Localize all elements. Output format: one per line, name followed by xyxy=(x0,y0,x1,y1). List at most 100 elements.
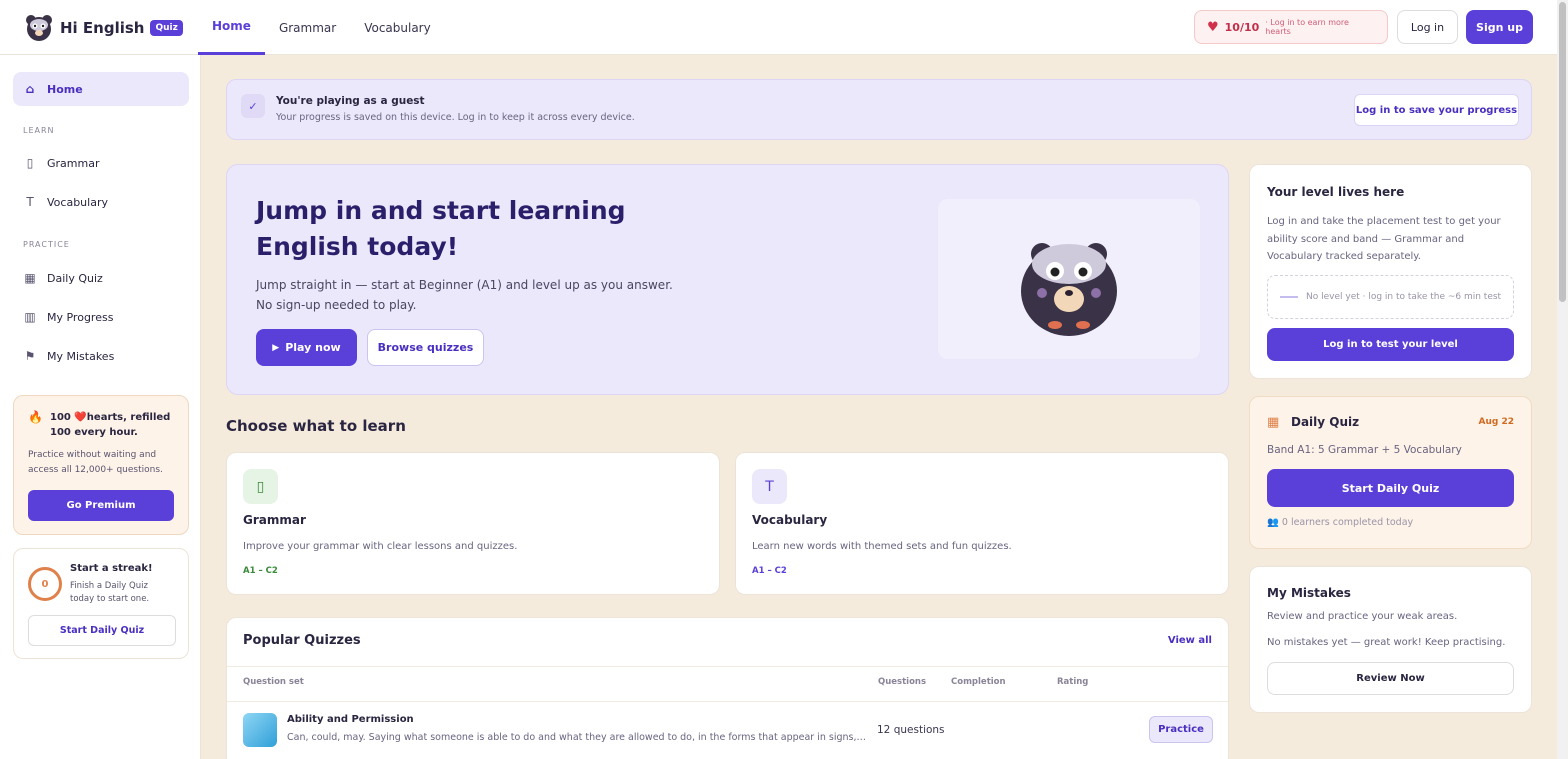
level-card: Your level lives here Log in and take th… xyxy=(1249,164,1532,379)
go-premium-button[interactable]: Go Premium xyxy=(28,490,174,521)
logo-text: Hi English xyxy=(60,19,145,37)
play-icon: ▶ xyxy=(272,342,280,353)
practice-section-label: PRACTICE xyxy=(23,240,70,249)
guest-banner: ✓ You're playing as a guest Your progres… xyxy=(226,79,1532,140)
nav-vocabulary[interactable]: Vocabulary xyxy=(350,0,445,55)
signup-button[interactable]: Sign up xyxy=(1466,10,1533,44)
divider xyxy=(227,701,1228,702)
calendar-icon: ▦ xyxy=(1267,415,1280,430)
sidebar-item-label: Home xyxy=(47,82,83,96)
test-level-button[interactable]: Log in to test your level xyxy=(1267,328,1514,361)
hearts-status[interactable]: ♥ 10/10 · Log in to earn more hearts xyxy=(1194,10,1388,44)
nav-grammar[interactable]: Grammar xyxy=(265,0,350,55)
guest-title: You're playing as a guest xyxy=(276,95,425,107)
sidebar-item-label: My Mistakes xyxy=(47,349,115,363)
popular-title: Popular Quizzes xyxy=(243,633,361,648)
hearts-count: 10/10 xyxy=(1224,20,1260,34)
card-desc: Improve your grammar with clear lessons … xyxy=(243,541,518,552)
card-title: Grammar xyxy=(243,513,306,527)
daily-learners-text: 0 learners completed today xyxy=(1281,517,1414,528)
play-now-label: Play now xyxy=(285,341,341,354)
practice-button[interactable]: Practice xyxy=(1149,716,1213,743)
login-button[interactable]: Log in xyxy=(1397,10,1458,44)
mistakes-title: My Mistakes xyxy=(1267,586,1351,600)
save-progress-button[interactable]: Log in to save your progress xyxy=(1354,94,1519,126)
scrollbar[interactable] xyxy=(1557,0,1568,759)
daily-date: Aug 22 xyxy=(1478,417,1514,427)
bar-chart-icon: ▥ xyxy=(24,310,36,324)
review-now-button[interactable]: Review Now xyxy=(1267,662,1514,695)
dash-icon xyxy=(1280,296,1298,298)
sidebar-item-vocabulary[interactable]: T Vocabulary xyxy=(13,185,189,219)
streak-title: Start a streak! xyxy=(70,563,153,574)
quiz-thumbnail xyxy=(243,713,277,747)
daily-learners: 👥 0 learners completed today xyxy=(1267,517,1413,528)
top-nav: Home Grammar Vocabulary xyxy=(198,0,445,55)
flag-icon: ⚑ xyxy=(24,349,36,363)
logo[interactable]: Hi English Quiz xyxy=(24,13,183,43)
nav-home[interactable]: Home xyxy=(198,0,265,55)
users-icon: 👥 xyxy=(1267,517,1279,528)
divider xyxy=(227,666,1228,667)
sidebar-item-my-mistakes[interactable]: ⚑ My Mistakes xyxy=(13,339,189,373)
quiz-questions: 12 questions xyxy=(877,724,945,736)
scrollbar-thumb[interactable] xyxy=(1559,2,1566,302)
calendar-icon: ▦ xyxy=(24,271,36,285)
logo-badge: Quiz xyxy=(150,20,183,36)
heart-icon: ♥ xyxy=(1207,19,1219,35)
top-bar: Hi English Quiz Home Grammar Vocabulary … xyxy=(0,0,1557,55)
level-placeholder-text: No level yet · log in to take the ~6 min… xyxy=(1306,292,1502,302)
bear-logo-icon xyxy=(26,15,52,41)
hero-card: Jump in and start learning English today… xyxy=(226,164,1229,395)
column-header[interactable]: Questions xyxy=(878,677,926,687)
daily-quiz-card: ▦ Daily Quiz Aug 22 Band A1: 5 Grammar +… xyxy=(1249,396,1532,549)
bear-mascot-icon xyxy=(1021,243,1117,336)
sidebar-item-home[interactable]: ⌂ Home xyxy=(13,72,189,106)
sidebar-item-grammar[interactable]: ▯ Grammar xyxy=(13,146,189,180)
card-levels: A1 – C2 xyxy=(752,566,787,576)
card-levels: A1 – C2 xyxy=(243,566,278,576)
premium-card: 🔥 100 ❤️hearts, refilled 100 every hour.… xyxy=(13,395,189,535)
view-all-link[interactable]: View all xyxy=(1168,635,1212,646)
premium-desc: Practice without waiting and access all … xyxy=(28,450,163,475)
sidebar-item-label: Grammar xyxy=(47,156,100,170)
mistakes-status: No mistakes yet — great work! Keep pract… xyxy=(1267,637,1506,648)
premium-title: 100 ❤️hearts, refilled 100 every hour. xyxy=(50,412,171,438)
hearts-hint: · Log in to earn more hearts xyxy=(1265,18,1349,36)
choose-title: Choose what to learn xyxy=(226,417,406,435)
quiz-desc: Can, could, may. Saying what someone is … xyxy=(287,732,867,743)
sidebar-item-my-progress[interactable]: ▥ My Progress xyxy=(13,300,189,334)
mistakes-desc: Review and practice your weak areas. xyxy=(1267,611,1458,622)
play-now-button[interactable]: ▶ Play now xyxy=(256,329,357,366)
sidebar-item-daily-quiz[interactable]: ▦ Daily Quiz xyxy=(13,261,189,295)
learn-section-label: LEARN xyxy=(23,126,55,135)
grammar-card[interactable]: ▯ Grammar Improve your grammar with clea… xyxy=(226,452,720,595)
streak-count: 0 xyxy=(28,567,62,601)
streak-desc: Finish a Daily Quiz today to start one. xyxy=(70,581,150,604)
book-icon: ▯ xyxy=(26,156,34,170)
sidebar-item-label: Daily Quiz xyxy=(47,271,103,285)
check-icon: ✓ xyxy=(241,94,265,118)
daily-title: Daily Quiz xyxy=(1291,415,1360,429)
hero-illustration xyxy=(938,199,1200,359)
streak-start-daily-quiz-button[interactable]: Start Daily Quiz xyxy=(28,615,176,646)
start-daily-quiz-button[interactable]: Start Daily Quiz xyxy=(1267,469,1514,507)
column-header[interactable]: Rating xyxy=(1057,677,1088,687)
hero-desc: Jump straight in — start at Beginner (A1… xyxy=(256,278,673,312)
home-icon: ⌂ xyxy=(25,82,35,96)
guest-desc: Your progress is saved on this device. L… xyxy=(276,112,635,123)
sidebar-item-label: My Progress xyxy=(47,310,114,324)
card-desc: Learn new words with themed sets and fun… xyxy=(752,541,1012,552)
text-icon: T xyxy=(752,469,787,504)
browse-quizzes-button[interactable]: Browse quizzes xyxy=(367,329,484,366)
daily-desc: Band A1: 5 Grammar + 5 Vocabulary xyxy=(1267,444,1462,456)
hero-title: Jump in and start learning English today… xyxy=(256,196,626,261)
flame-icon: 🔥 xyxy=(28,410,43,424)
vocabulary-card[interactable]: T Vocabulary Learn new words with themed… xyxy=(735,452,1229,595)
level-desc: Log in and take the placement test to ge… xyxy=(1267,216,1501,262)
text-icon: T xyxy=(26,195,34,209)
streak-card: 0 Start a streak! Finish a Daily Quiz to… xyxy=(13,548,189,659)
column-header[interactable]: Completion xyxy=(951,677,1006,687)
column-header[interactable]: Question set xyxy=(243,677,304,687)
popular-quizzes: Popular Quizzes View all Question set Qu… xyxy=(226,617,1229,759)
